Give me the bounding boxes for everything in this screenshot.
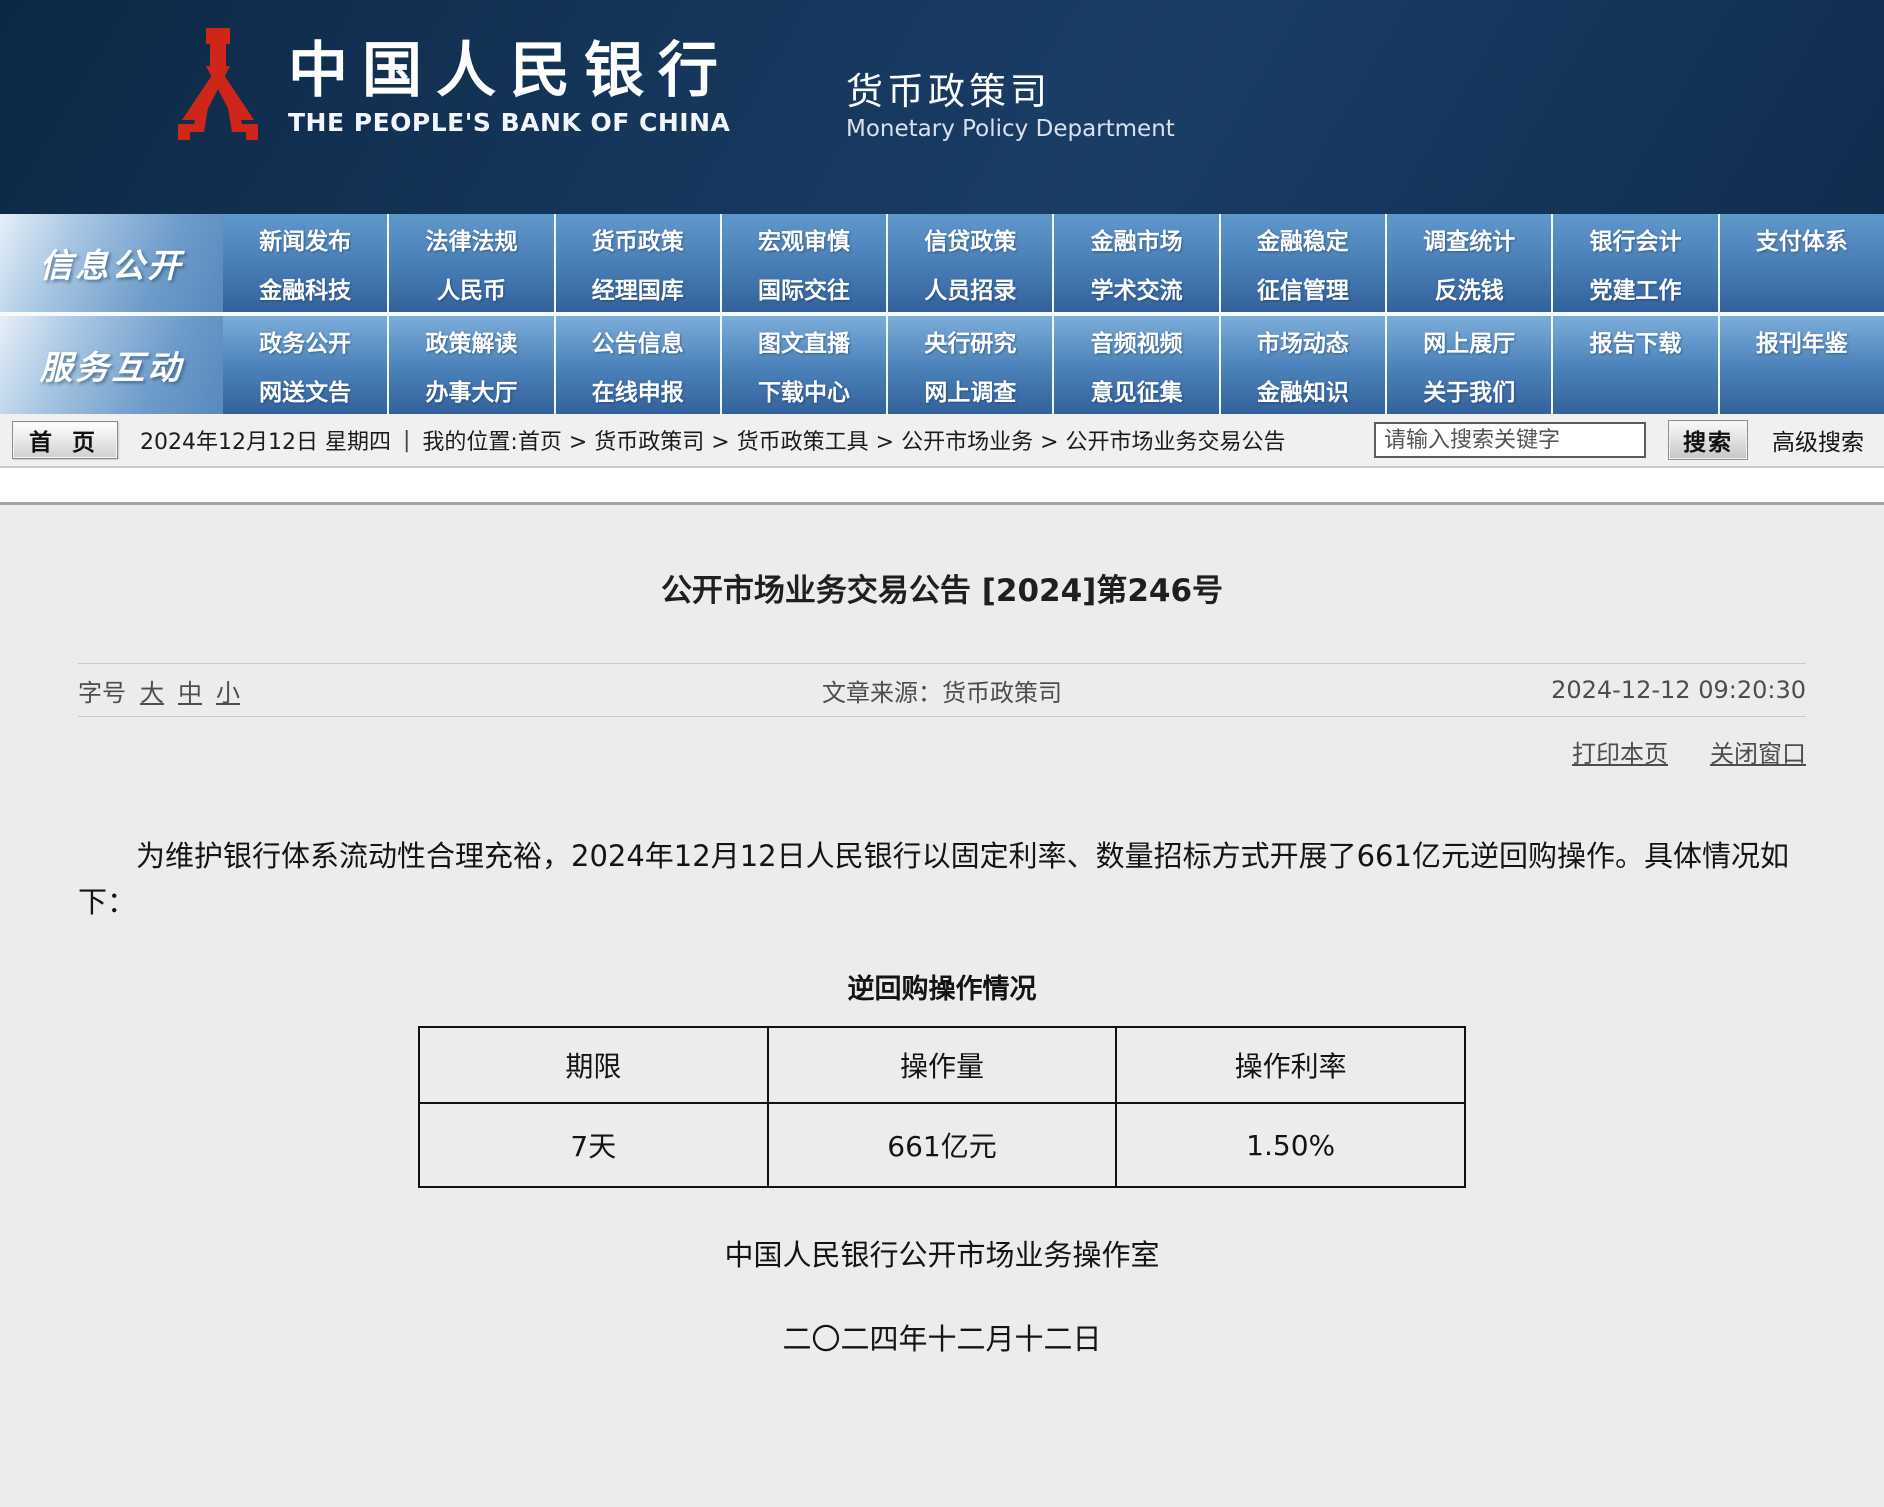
home-button[interactable]: 首 页 <box>12 421 118 459</box>
table-row: 7天 661亿元 1.50% <box>419 1103 1465 1187</box>
nav-item-financial-stability[interactable]: 金融稳定 <box>1219 214 1385 263</box>
col-header-term: 期限 <box>419 1027 768 1103</box>
nav-item-bank-accounting[interactable]: 银行会计 <box>1551 214 1717 263</box>
nav-item-news[interactable]: 新闻发布 <box>223 214 387 263</box>
page-actions: 打印本页 关闭窗口 <box>78 731 1806 771</box>
advanced-search-link[interactable]: 高级搜索 <box>1772 423 1864 457</box>
search-input[interactable] <box>1374 422 1646 458</box>
nav-item-treasury[interactable]: 经理国库 <box>554 263 720 312</box>
nav-item-live-broadcast[interactable]: 图文直播 <box>720 316 886 365</box>
bank-name-zh: 中国人民银行 <box>288 38 732 104</box>
article-title: 公开市场业务交易公告 [2024]第246号 <box>78 505 1806 611</box>
nav-section-label-info[interactable]: 信息公开 <box>0 214 223 312</box>
nav-item-policy-interpretation[interactable]: 政策解读 <box>387 316 553 365</box>
breadcrumb-path[interactable]: 我的位置:首页 > 货币政策司 > 货币政策工具 > 公开市场业务 > 公开市场… <box>422 424 1285 456</box>
nav-item-international[interactable]: 国际交往 <box>720 263 886 312</box>
col-header-volume: 操作量 <box>768 1027 1117 1103</box>
col-header-rate: 操作利率 <box>1116 1027 1465 1103</box>
nav-item-online-notices[interactable]: 网送文告 <box>223 365 387 414</box>
nav-section-info-disclosure: 信息公开 新闻发布 法律法规 货币政策 宏观审慎 信贷政策 金融市场 金融稳定 … <box>0 214 1884 312</box>
nav-item-empty <box>1551 365 1717 414</box>
nav-item-financial-market[interactable]: 金融市场 <box>1052 214 1218 263</box>
nav-item-fintech[interactable]: 金融科技 <box>223 263 387 312</box>
nav-item-credit-reporting[interactable]: 征信管理 <box>1219 263 1385 312</box>
nav-item-academic[interactable]: 学术交流 <box>1052 263 1218 312</box>
breadcrumb-bar: 首 页 2024年12月12日 星期四 | 我的位置:首页 > 货币政策司 > … <box>0 414 1884 468</box>
font-size-medium-link[interactable]: 中 <box>178 673 202 708</box>
nav-item-online-survey[interactable]: 网上调查 <box>886 365 1052 414</box>
cell-volume: 661亿元 <box>768 1103 1117 1187</box>
nav-item-recruitment[interactable]: 人员招录 <box>886 263 1052 312</box>
nav-item-payment-system[interactable]: 支付体系 <box>1718 214 1884 263</box>
nav-item-about-us[interactable]: 关于我们 <box>1385 365 1551 414</box>
nav-item-rmb[interactable]: 人民币 <box>387 263 553 312</box>
nav-section-label-services[interactable]: 服务互动 <box>0 316 223 414</box>
nav-item-periodicals[interactable]: 报刊年鉴 <box>1718 316 1884 365</box>
cell-rate: 1.50% <box>1116 1103 1465 1187</box>
site-header: 中国人民银行 THE PEOPLE'S BANK OF CHINA 货币政策司 … <box>0 0 1884 214</box>
nav-item-research[interactable]: 央行研究 <box>886 316 1052 365</box>
table-header-row: 期限 操作量 操作利率 <box>419 1027 1465 1103</box>
department-name-en: Monetary Policy Department <box>846 116 1175 142</box>
nav-item-empty <box>1718 365 1884 414</box>
nav-item-online-declaration[interactable]: 在线申报 <box>554 365 720 414</box>
nav-item-gov-disclosure[interactable]: 政务公开 <box>223 316 387 365</box>
page-gap <box>0 468 1884 502</box>
current-date: 2024年12月12日 星期四 <box>140 424 391 456</box>
cell-term: 7天 <box>419 1103 768 1187</box>
nav-item-service-hall[interactable]: 办事大厅 <box>387 365 553 414</box>
article-source: 文章来源：货币政策司 <box>635 673 1248 708</box>
nav-item-credit-policy[interactable]: 信贷政策 <box>886 214 1052 263</box>
article-meta: 字号 大 中 小 文章来源：货币政策司 2024-12-12 09:20:30 <box>78 663 1806 717</box>
nav-item-market-trends[interactable]: 市场动态 <box>1219 316 1385 365</box>
signature-line: 中国人民银行公开市场业务操作室 <box>78 1232 1806 1274</box>
nav-item-laws[interactable]: 法律法规 <box>387 214 553 263</box>
main-navigation: 信息公开 新闻发布 法律法规 货币政策 宏观审慎 信贷政策 金融市场 金融稳定 … <box>0 214 1884 414</box>
nav-section-services: 服务互动 政务公开 政策解读 公告信息 图文直播 央行研究 音频视频 市场动态 … <box>0 316 1884 414</box>
search-button[interactable]: 搜索 <box>1668 420 1748 460</box>
font-size-small-link[interactable]: 小 <box>216 673 240 708</box>
nav-item-audio-video[interactable]: 音频视频 <box>1052 316 1218 365</box>
breadcrumb-separator: | <box>401 428 412 453</box>
nav-item-monetary-policy[interactable]: 货币政策 <box>554 214 720 263</box>
nav-item-financial-knowledge[interactable]: 金融知识 <box>1219 365 1385 414</box>
pboc-logo-icon <box>168 28 268 154</box>
nav-item-survey-statistics[interactable]: 调查统计 <box>1385 214 1551 263</box>
article-body: 为维护银行体系流动性合理充裕，2024年12月12日人民银行以固定利率、数量招标… <box>78 833 1806 925</box>
signature-date: 二〇二四年十二月十二日 <box>78 1316 1806 1358</box>
nav-item-empty <box>1718 263 1884 312</box>
nav-item-party-building[interactable]: 党建工作 <box>1551 263 1717 312</box>
nav-item-online-exhibition[interactable]: 网上展厅 <box>1385 316 1551 365</box>
nav-item-download-center[interactable]: 下载中心 <box>720 365 886 414</box>
nav-item-solicit-opinions[interactable]: 意见征集 <box>1052 365 1218 414</box>
bank-name-en: THE PEOPLE'S BANK OF CHINA <box>288 108 732 137</box>
font-size-large-link[interactable]: 大 <box>140 673 164 708</box>
nav-item-announcements[interactable]: 公告信息 <box>554 316 720 365</box>
reverse-repo-table: 期限 操作量 操作利率 7天 661亿元 1.50% <box>418 1026 1466 1188</box>
nav-item-anti-money-laundering[interactable]: 反洗钱 <box>1385 263 1551 312</box>
print-page-link[interactable]: 打印本页 <box>1572 734 1668 769</box>
article-content: 公开市场业务交易公告 [2024]第246号 字号 大 中 小 文章来源：货币政… <box>0 502 1884 1507</box>
operation-table-title: 逆回购操作情况 <box>78 967 1806 1006</box>
nav-item-report-download[interactable]: 报告下载 <box>1551 316 1717 365</box>
department-name-zh: 货币政策司 <box>846 70 1175 114</box>
close-window-link[interactable]: 关闭窗口 <box>1710 734 1806 769</box>
nav-item-macroprudential[interactable]: 宏观审慎 <box>720 214 886 263</box>
article-datetime: 2024-12-12 09:20:30 <box>1249 676 1806 704</box>
breadcrumb: 2024年12月12日 星期四 | 我的位置:首页 > 货币政策司 > 货币政策… <box>140 424 1286 456</box>
font-size-label: 字号 <box>78 673 126 708</box>
